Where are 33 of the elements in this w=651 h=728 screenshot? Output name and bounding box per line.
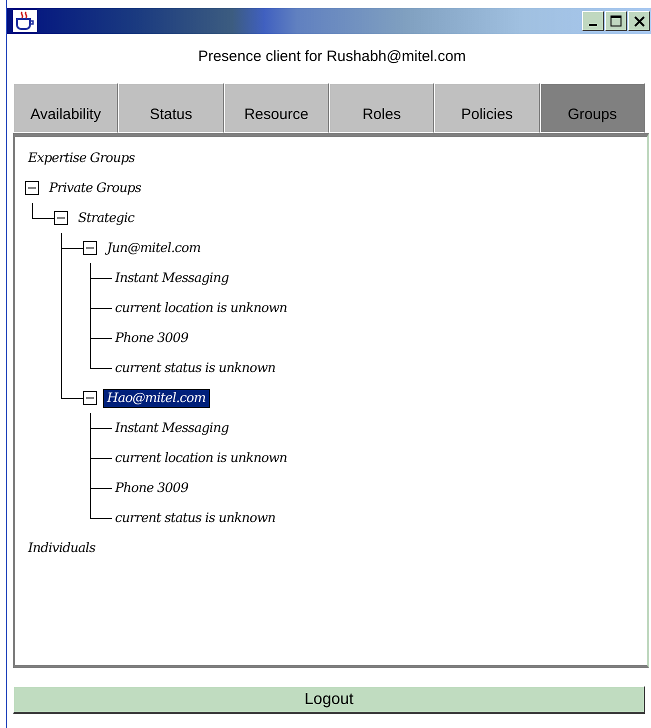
tree-item[interactable]: Hao@mitel.com	[104, 390, 209, 406]
tab[interactable]: Policies	[434, 83, 540, 133]
tab[interactable]: Status	[118, 83, 224, 133]
coffee-cup-icon	[13, 10, 37, 32]
tree-item[interactable]: current location is unknown	[112, 300, 290, 316]
tree-item[interactable]: current status is unknown	[112, 360, 278, 376]
tree-item[interactable]: current location is unknown	[112, 450, 290, 466]
tree-item[interactable]: Jun@mitel.com	[104, 240, 204, 256]
close-icon	[634, 16, 644, 26]
tree-item[interactable]: Expertise Groups	[25, 150, 138, 166]
maximize-icon	[610, 15, 622, 27]
tab[interactable]: Groups	[540, 83, 645, 133]
minimize-button[interactable]	[582, 11, 604, 31]
logout-button[interactable]: Logout	[13, 686, 645, 714]
collapse-icon[interactable]	[25, 181, 39, 195]
tree-item[interactable]: Instant Messaging	[112, 420, 232, 436]
window-heading: Presence client for Rushabh@mitel.com	[197, 47, 467, 67]
collapse-icon[interactable]	[83, 391, 97, 405]
tree-item[interactable]: Strategic	[75, 210, 138, 226]
close-button[interactable]	[628, 11, 650, 31]
tree-item[interactable]: Instant Messaging	[112, 270, 232, 286]
tab[interactable]: Resource	[224, 83, 329, 133]
tab[interactable]: Availability	[13, 83, 118, 133]
tree-item[interactable]: Phone 3009	[112, 480, 192, 496]
collapse-icon[interactable]	[54, 211, 68, 225]
tree-item[interactable]: Phone 3009	[112, 330, 192, 346]
tree-item[interactable]: Private Groups	[46, 180, 144, 196]
minimize-icon	[589, 24, 597, 26]
collapse-icon[interactable]	[83, 241, 97, 255]
maximize-button[interactable]	[605, 11, 627, 31]
tree-item[interactable]: current status is unknown	[112, 510, 278, 526]
tab[interactable]: Roles	[328, 83, 434, 133]
tree-item[interactable]: Individuals	[25, 540, 98, 556]
